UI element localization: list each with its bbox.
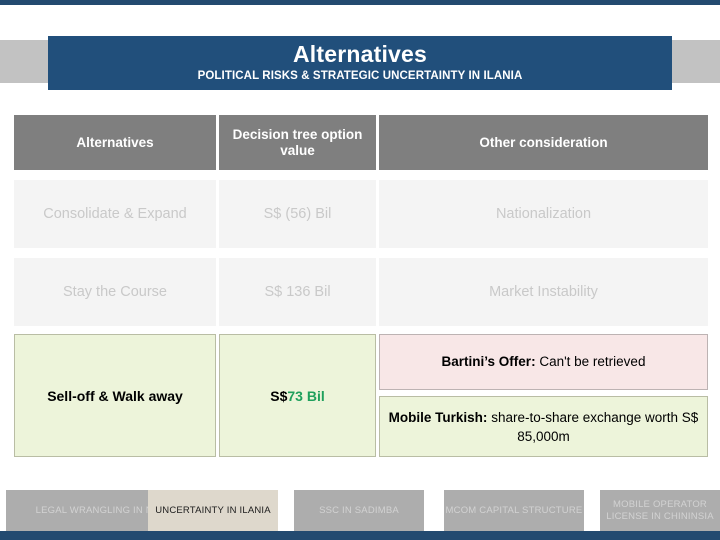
table-row: Consolidate & Expand: [14, 180, 216, 248]
note-body: share-to-share exchange worth S$ 85,000m: [487, 409, 699, 444]
note-lead: Mobile Turkish:: [388, 409, 488, 425]
nav-tab-uncertainty-ilania[interactable]: UNCERTAINTY IN ILANIA: [148, 490, 278, 531]
table-row: Stay the Course: [14, 258, 216, 326]
column-header-other-consideration: Other consideration: [379, 115, 708, 170]
slide-canvas: Alternatives POLITICAL RISKS & STRATEGIC…: [0, 0, 720, 540]
column-header-alternatives: Alternatives: [14, 115, 216, 170]
option-value-amount: 73 Bil: [287, 387, 325, 404]
note-body: Can't be retrieved: [535, 354, 646, 369]
nav-tab-ssc-sadimba[interactable]: SSC IN SADIMBA: [294, 490, 424, 531]
table-row: Market Instability: [379, 258, 708, 326]
option-value-currency: S$: [270, 387, 288, 404]
top-accent-rule: [0, 0, 720, 5]
note-mobile-turkish: Mobile Turkish: share-to-share exchange …: [379, 396, 708, 457]
note-lead: Bartini’s Offer:: [441, 354, 536, 369]
slide-title: Alternatives: [292, 41, 428, 67]
table-row: S$ 136 Bil: [219, 258, 376, 326]
banner-decoration-right: [672, 40, 720, 83]
nav-tab-mcom-capital-structure[interactable]: MCOM CAPITAL STRUCTURE: [444, 490, 584, 531]
table-row: Nationalization: [379, 180, 708, 248]
note-bartini-offer: Bartini’s Offer: Can't be retrieved: [379, 334, 708, 390]
table-row-highlighted-option-value: S$ 73 Bil: [219, 334, 376, 457]
slide-subtitle: POLITICAL RISKS & STRATEGIC UNCERTAINTY …: [197, 70, 523, 82]
table-row: S$ (56) Bil: [219, 180, 376, 248]
title-banner: Alternatives POLITICAL RISKS & STRATEGIC…: [48, 36, 672, 90]
table-row-highlighted-alternative: Sell-off & Walk away: [14, 334, 216, 457]
column-header-option-value: Decision tree option value: [219, 115, 376, 170]
bottom-accent-rule: [0, 531, 720, 540]
banner-decoration-left: [0, 40, 48, 83]
nav-tab-mobile-operator-license[interactable]: MOBILE OPERATOR LICENSE IN CHININSIA: [600, 490, 720, 531]
